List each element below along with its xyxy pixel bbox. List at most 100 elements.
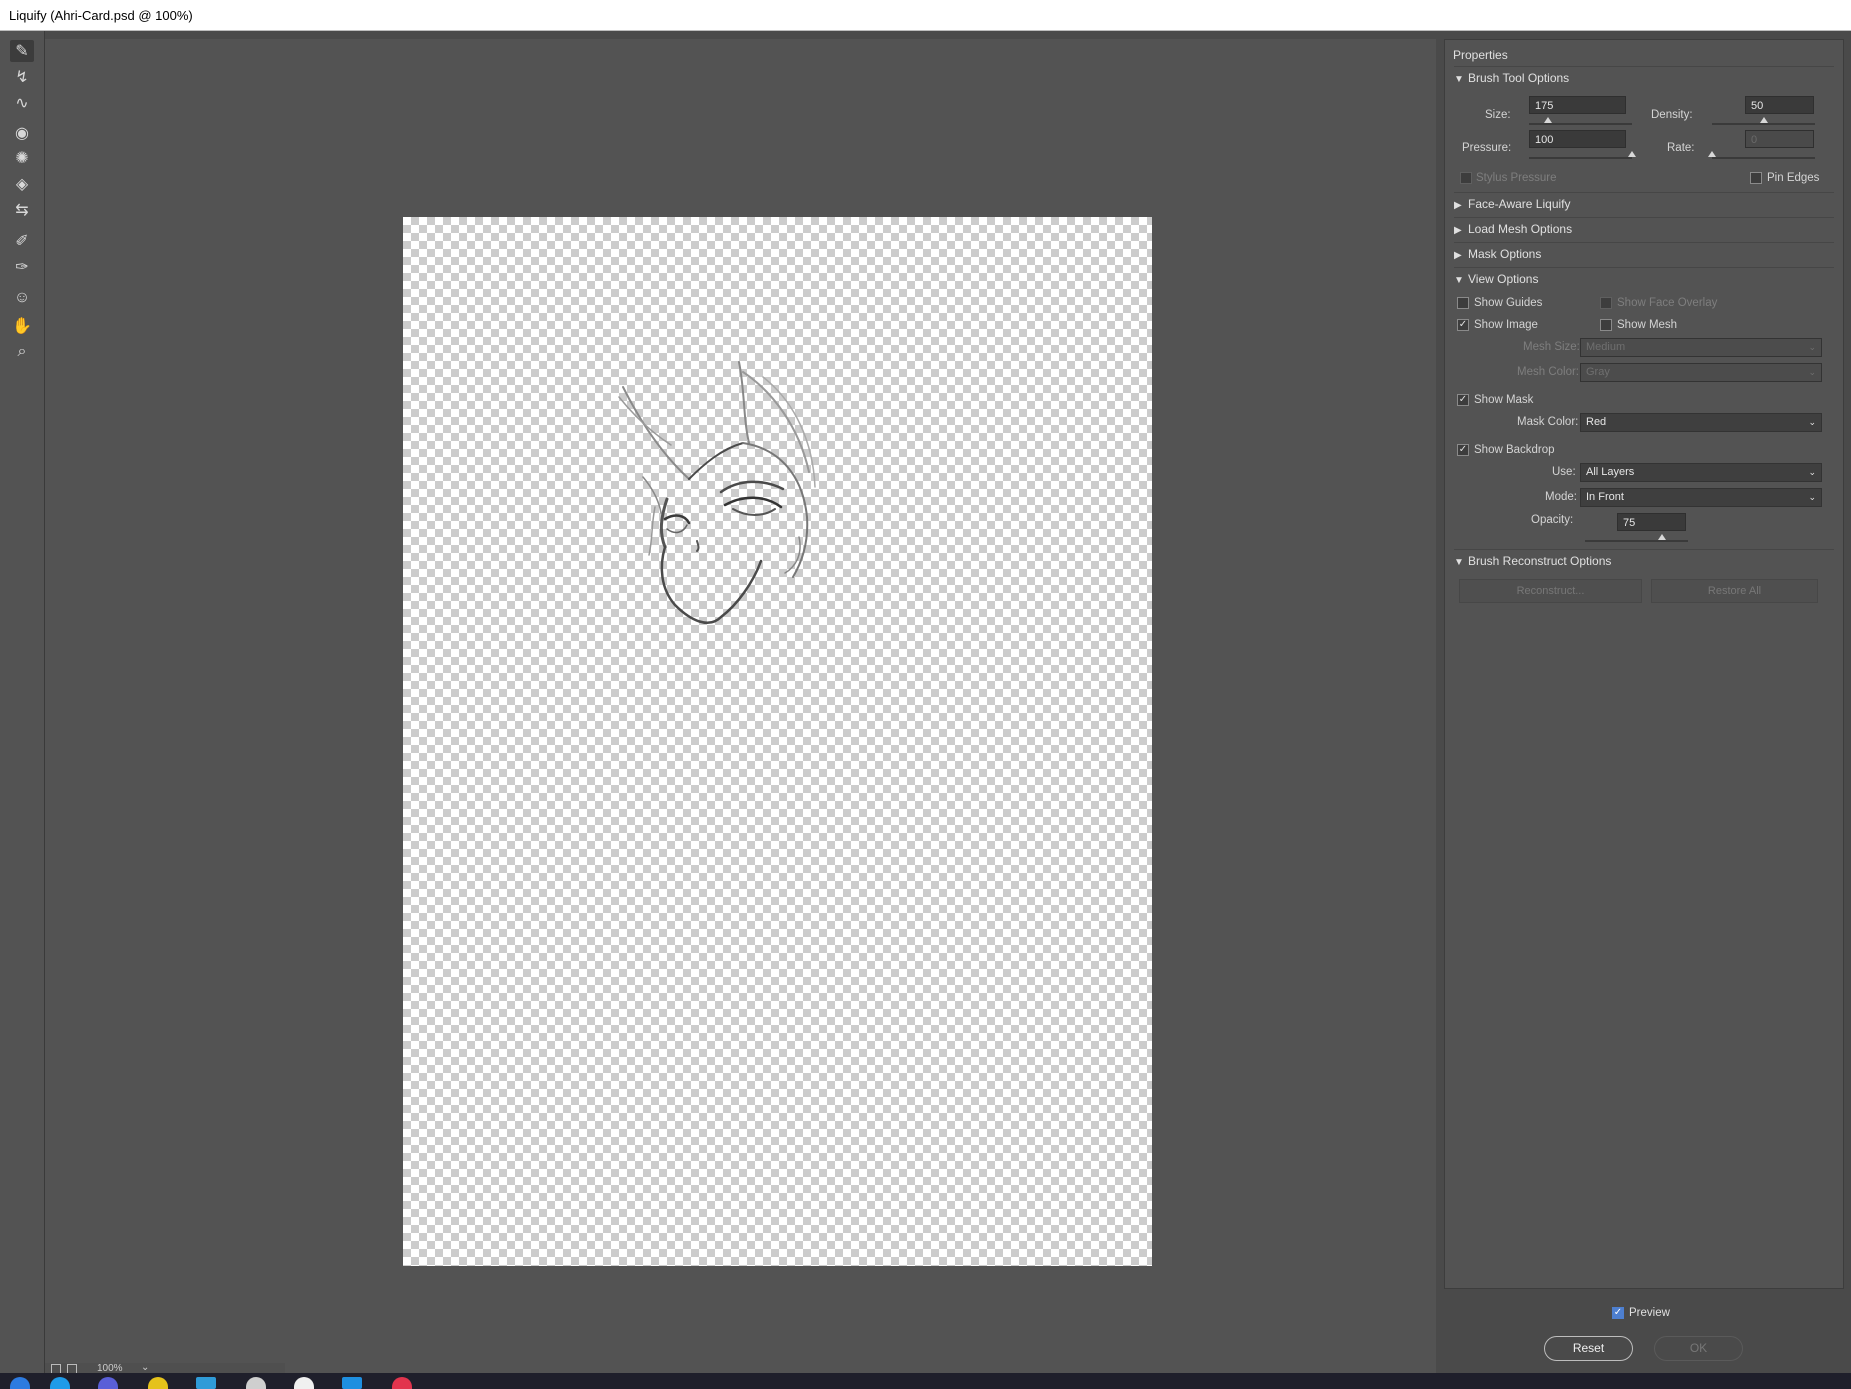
chevron-down-icon: ⌄ [1808, 492, 1816, 502]
opacity-slider-thumb[interactable] [1658, 534, 1667, 540]
canvas-area[interactable] [45, 39, 1436, 1373]
chevron-down-icon: ⌄ [1808, 342, 1816, 352]
mode-select[interactable]: In Front ⌄ [1580, 488, 1822, 507]
mesh-size-label: Mesh Size: [1523, 341, 1580, 353]
reconstruct-button: Reconstruct... [1459, 579, 1642, 603]
taskbar-app-icon[interactable] [148, 1377, 168, 1389]
taskbar-app-icon[interactable] [98, 1377, 118, 1389]
taskbar-app-icon[interactable] [246, 1377, 266, 1389]
face-aware-liquify-header[interactable]: ▶ Face-Aware Liquify [1454, 192, 1834, 215]
chevron-down-icon: ⌄ [1808, 417, 1816, 427]
preview-label: Preview [1629, 1307, 1670, 1319]
face-tool[interactable]: ☺ [10, 287, 34, 309]
pin-edges-label: Pin Edges [1767, 172, 1820, 184]
reconstruct-tool[interactable]: ↯ [10, 66, 34, 88]
mask-color-label: Mask Color: [1517, 416, 1579, 428]
rate-input: 0 [1745, 130, 1814, 148]
preview-checkbox[interactable]: ✓ [1612, 1307, 1624, 1319]
density-slider[interactable] [1712, 117, 1815, 125]
rate-label: Rate: [1667, 142, 1695, 154]
stylus-pressure-label: Stylus Pressure [1476, 172, 1557, 184]
pressure-input[interactable]: 100 [1529, 130, 1626, 148]
mesh-size-select: Medium ⌄ [1580, 338, 1822, 357]
show-backdrop-checkbox[interactable]: ✓ [1457, 444, 1469, 456]
rate-slider [1708, 151, 1815, 159]
show-backdrop-label: Show Backdrop [1474, 444, 1555, 456]
properties-panel: Properties ▼ Brush Tool Options Size: 175… [1444, 39, 1844, 1289]
tool-bar: ✎ ↯ ∿ ◉ ✺ ◈ ⇆ ✐ ✑ ☺ ✋ ⌕ [0, 31, 45, 1373]
stylus-pressure-checkbox [1460, 172, 1472, 184]
reconstruct-icon: ↯ [15, 69, 29, 86]
density-input[interactable]: 50 [1745, 96, 1814, 114]
opacity-label: Opacity: [1531, 514, 1574, 526]
bloat-icon: ◈ [15, 176, 29, 193]
push-left-icon: ⇆ [15, 202, 29, 219]
collapsed-triangle-icon: ▶ [1454, 225, 1462, 236]
show-face-overlay-checkbox [1600, 297, 1612, 309]
show-image-checkbox[interactable]: ✓ [1457, 319, 1469, 331]
size-slider-thumb[interactable] [1543, 117, 1552, 123]
brush-reconstruct-options-header[interactable]: ▼ Brush Reconstruct Options [1454, 549, 1834, 572]
show-mesh-checkbox[interactable] [1600, 319, 1612, 331]
show-mask-checkbox[interactable]: ✓ [1457, 394, 1469, 406]
rate-slider-thumb [1708, 151, 1716, 157]
mask-options-header[interactable]: ▶ Mask Options [1454, 242, 1834, 265]
mask-color-select[interactable]: Red ⌄ [1580, 413, 1822, 432]
density-slider-thumb[interactable] [1759, 117, 1768, 123]
pin-edges-checkbox[interactable] [1750, 172, 1762, 184]
chevron-down-icon: ⌄ [1808, 367, 1816, 377]
footer-divider [1445, 1288, 1843, 1289]
mesh-color-select: Gray ⌄ [1580, 363, 1822, 382]
pressure-slider-thumb[interactable] [1628, 151, 1636, 157]
size-slider[interactable] [1529, 117, 1632, 125]
thaw-mask-icon: ✑ [15, 259, 29, 276]
opacity-slider[interactable] [1585, 534, 1688, 542]
expanded-triangle-icon: ▼ [1454, 74, 1464, 85]
taskbar-app-icon[interactable] [294, 1377, 314, 1389]
taskbar-app-icon[interactable] [196, 1377, 216, 1389]
size-label: Size: [1485, 109, 1511, 121]
pressure-slider[interactable] [1529, 151, 1636, 159]
collapsed-triangle-icon: ▶ [1454, 250, 1462, 261]
chevron-down-icon[interactable]: ⌄ [141, 1362, 149, 1373]
forward-warp-tool[interactable]: ✎ [10, 40, 34, 62]
show-guides-checkbox[interactable] [1457, 297, 1469, 309]
restore-all-button: Restore All [1651, 579, 1818, 603]
window-title: Liquify (Ahri-Card.psd @ 100%) [0, 0, 1851, 31]
taskbar-app-icon[interactable] [10, 1377, 30, 1389]
density-label: Density: [1651, 109, 1693, 121]
opacity-input[interactable]: 75 [1617, 513, 1686, 531]
view-options-header[interactable]: ▼ View Options [1454, 267, 1834, 290]
chevron-down-icon: ⌄ [1808, 467, 1816, 477]
pucker-icon: ✺ [15, 150, 29, 167]
taskbar-app-icon[interactable] [50, 1377, 70, 1389]
smooth-tool[interactable]: ∿ [10, 92, 34, 114]
push-left-tool[interactable]: ⇆ [10, 199, 34, 221]
show-mask-label: Show Mask [1474, 394, 1534, 406]
twirl-clockwise-icon: ◉ [15, 125, 29, 142]
load-mesh-options-header[interactable]: ▶ Load Mesh Options [1454, 217, 1834, 240]
hand-icon: ✋ [12, 318, 32, 335]
pucker-tool[interactable]: ✺ [10, 147, 34, 169]
show-guides-label: Show Guides [1474, 297, 1543, 309]
taskbar-app-icon[interactable] [342, 1377, 362, 1389]
thaw-mask-tool[interactable]: ✑ [10, 256, 34, 278]
freeze-mask-icon: ✐ [15, 233, 29, 250]
mode-label: Mode: [1545, 491, 1577, 503]
taskbar-app-icon[interactable] [392, 1377, 412, 1389]
bloat-tool[interactable]: ◈ [10, 173, 34, 195]
freeze-mask-tool[interactable]: ✐ [10, 230, 34, 252]
size-input[interactable]: 175 [1529, 96, 1626, 114]
forward-warp-icon: ✎ [15, 43, 29, 60]
face-tool-icon: ☺ [13, 289, 31, 306]
twirl-tool[interactable]: ◉ [10, 122, 34, 144]
use-layers-select[interactable]: All Layers ⌄ [1580, 463, 1822, 482]
zoom-tool[interactable]: ⌕ [10, 341, 34, 363]
document-canvas[interactable] [403, 217, 1152, 1266]
expanded-triangle-icon: ▼ [1454, 557, 1464, 568]
reset-button[interactable]: Reset [1544, 1336, 1633, 1361]
hand-tool[interactable]: ✋ [10, 315, 34, 337]
ok-button: OK [1654, 1336, 1743, 1361]
expanded-triangle-icon: ▼ [1454, 275, 1464, 286]
brush-tool-options-header[interactable]: ▼ Brush Tool Options [1454, 66, 1834, 89]
